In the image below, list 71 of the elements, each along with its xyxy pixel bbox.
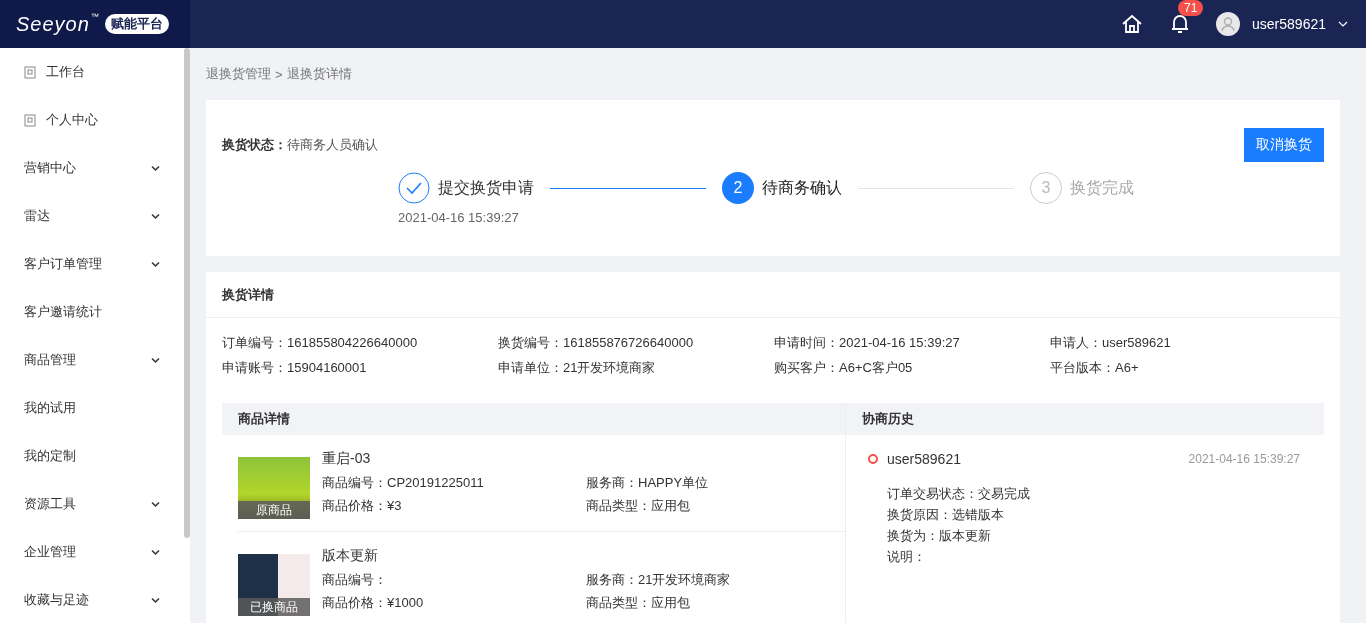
sidebar-item[interactable]: 我的定制 [0,432,184,480]
chevron-icon [151,596,160,604]
detail-field: 换货编号：161855876726640000 [498,334,774,352]
breadcrumb-link[interactable]: 退换货详情 [286,65,352,83]
product-field: 服务商：HAPPY单位 [586,473,845,492]
detail-field: 购买客户：A6+C客户05 [774,359,1050,377]
history-line: 换货为：版本更新 [887,527,992,545]
column-header: 协商历史 [846,403,1324,435]
trademark: ™ [90,12,99,21]
sidebar-item[interactable]: 营销中心 [0,144,184,192]
sidebar-item[interactable]: 商品管理 [0,336,184,384]
step-number: 2 [722,172,754,204]
status-value: 待商务人员确认 [287,137,378,152]
chevron-icon [151,548,160,556]
detail-field: 平台版本：A6+ [1050,359,1326,377]
history-line: 换货原因：选错版本 [887,506,1005,524]
chevron-icon [151,212,160,220]
detail-field: 订单编号：161855804226640000 [222,334,498,352]
product-field: 商品类型：应用包 [586,593,845,612]
product-field: 商品编号：CP20191225011 [322,473,586,492]
page-icon [24,113,36,127]
sidebar-item[interactable]: 个人中心 [0,96,184,144]
history-line: 订单交易状态：交易完成 [887,485,1031,503]
avatar-icon[interactable] [1216,12,1241,36]
page-icon [24,65,36,79]
product-field: 商品价格：¥1000 [322,593,586,612]
chevron-icon [151,500,160,508]
home-icon[interactable] [1121,14,1144,34]
logo[interactable]: Seeyon [16,12,90,36]
product-field: 商品价格：¥3 [322,496,586,515]
sidebar-item[interactable]: 雷达 [0,192,184,240]
history-user: user589621 [887,451,961,467]
detail-field: 申请时间：2021-04-16 15:39:27 [774,334,1050,352]
sidebar-item[interactable]: 客户订单管理 [0,240,184,288]
step-title: 提交换货申请 [438,177,534,198]
cancel-exchange-button[interactable]: 取消换货 [1244,128,1324,162]
step-time: 2021-04-16 15:39:27 [398,210,520,225]
sidebar-item[interactable]: 我的试用 [0,384,184,432]
platform-badge: 赋能平台 [104,14,169,34]
chevron-icon [151,356,160,364]
history-time: 2021-04-16 15:39:27 [1188,452,1300,466]
column-header: 商品详情 [222,403,845,435]
sidebar-item[interactable]: 客户邀请统计 [0,288,184,336]
product-field: 商品编号： [322,570,586,589]
sidebar-item[interactable]: 收藏与足迹 [0,576,184,623]
image-caption: 已换商品 [238,598,310,616]
breadcrumb-separator: > [275,66,283,82]
sidebar-item[interactable]: 企业管理 [0,528,184,576]
detail-field: 申请人：user589621 [1050,334,1326,352]
sidebar-item[interactable]: 工作台 [0,48,184,96]
chevron-icon [151,260,160,268]
product-field: 商品类型：应用包 [586,496,845,515]
breadcrumb-link[interactable]: 退换货管理 [206,65,271,83]
product-field: 服务商：21开发环境商家 [586,570,845,589]
step-title: 换货完成 [1070,177,1134,198]
detail-field: 申请账号：15904160001 [222,359,498,377]
product-name[interactable]: 版本更新 [322,546,845,565]
status-label: 换货状态： [222,137,287,152]
section-title: 换货详情 [206,272,1340,318]
image-caption: 原商品 [238,501,310,519]
username[interactable]: user589621 [1252,16,1326,32]
sidebar-item[interactable]: 资源工具 [0,480,184,528]
notification-count: 71 [1178,0,1204,16]
bell-icon[interactable] [1170,13,1191,35]
scrollbar[interactable] [184,48,190,538]
step-title: 待商务确认 [762,177,842,198]
detail-field: 申请单位：21开发环境商家 [498,359,774,377]
chevron-icon [151,164,160,172]
caret-icon[interactable] [1338,21,1348,27]
history-line: 说明： [887,548,927,566]
product-name[interactable]: 重启-03 [322,449,845,468]
